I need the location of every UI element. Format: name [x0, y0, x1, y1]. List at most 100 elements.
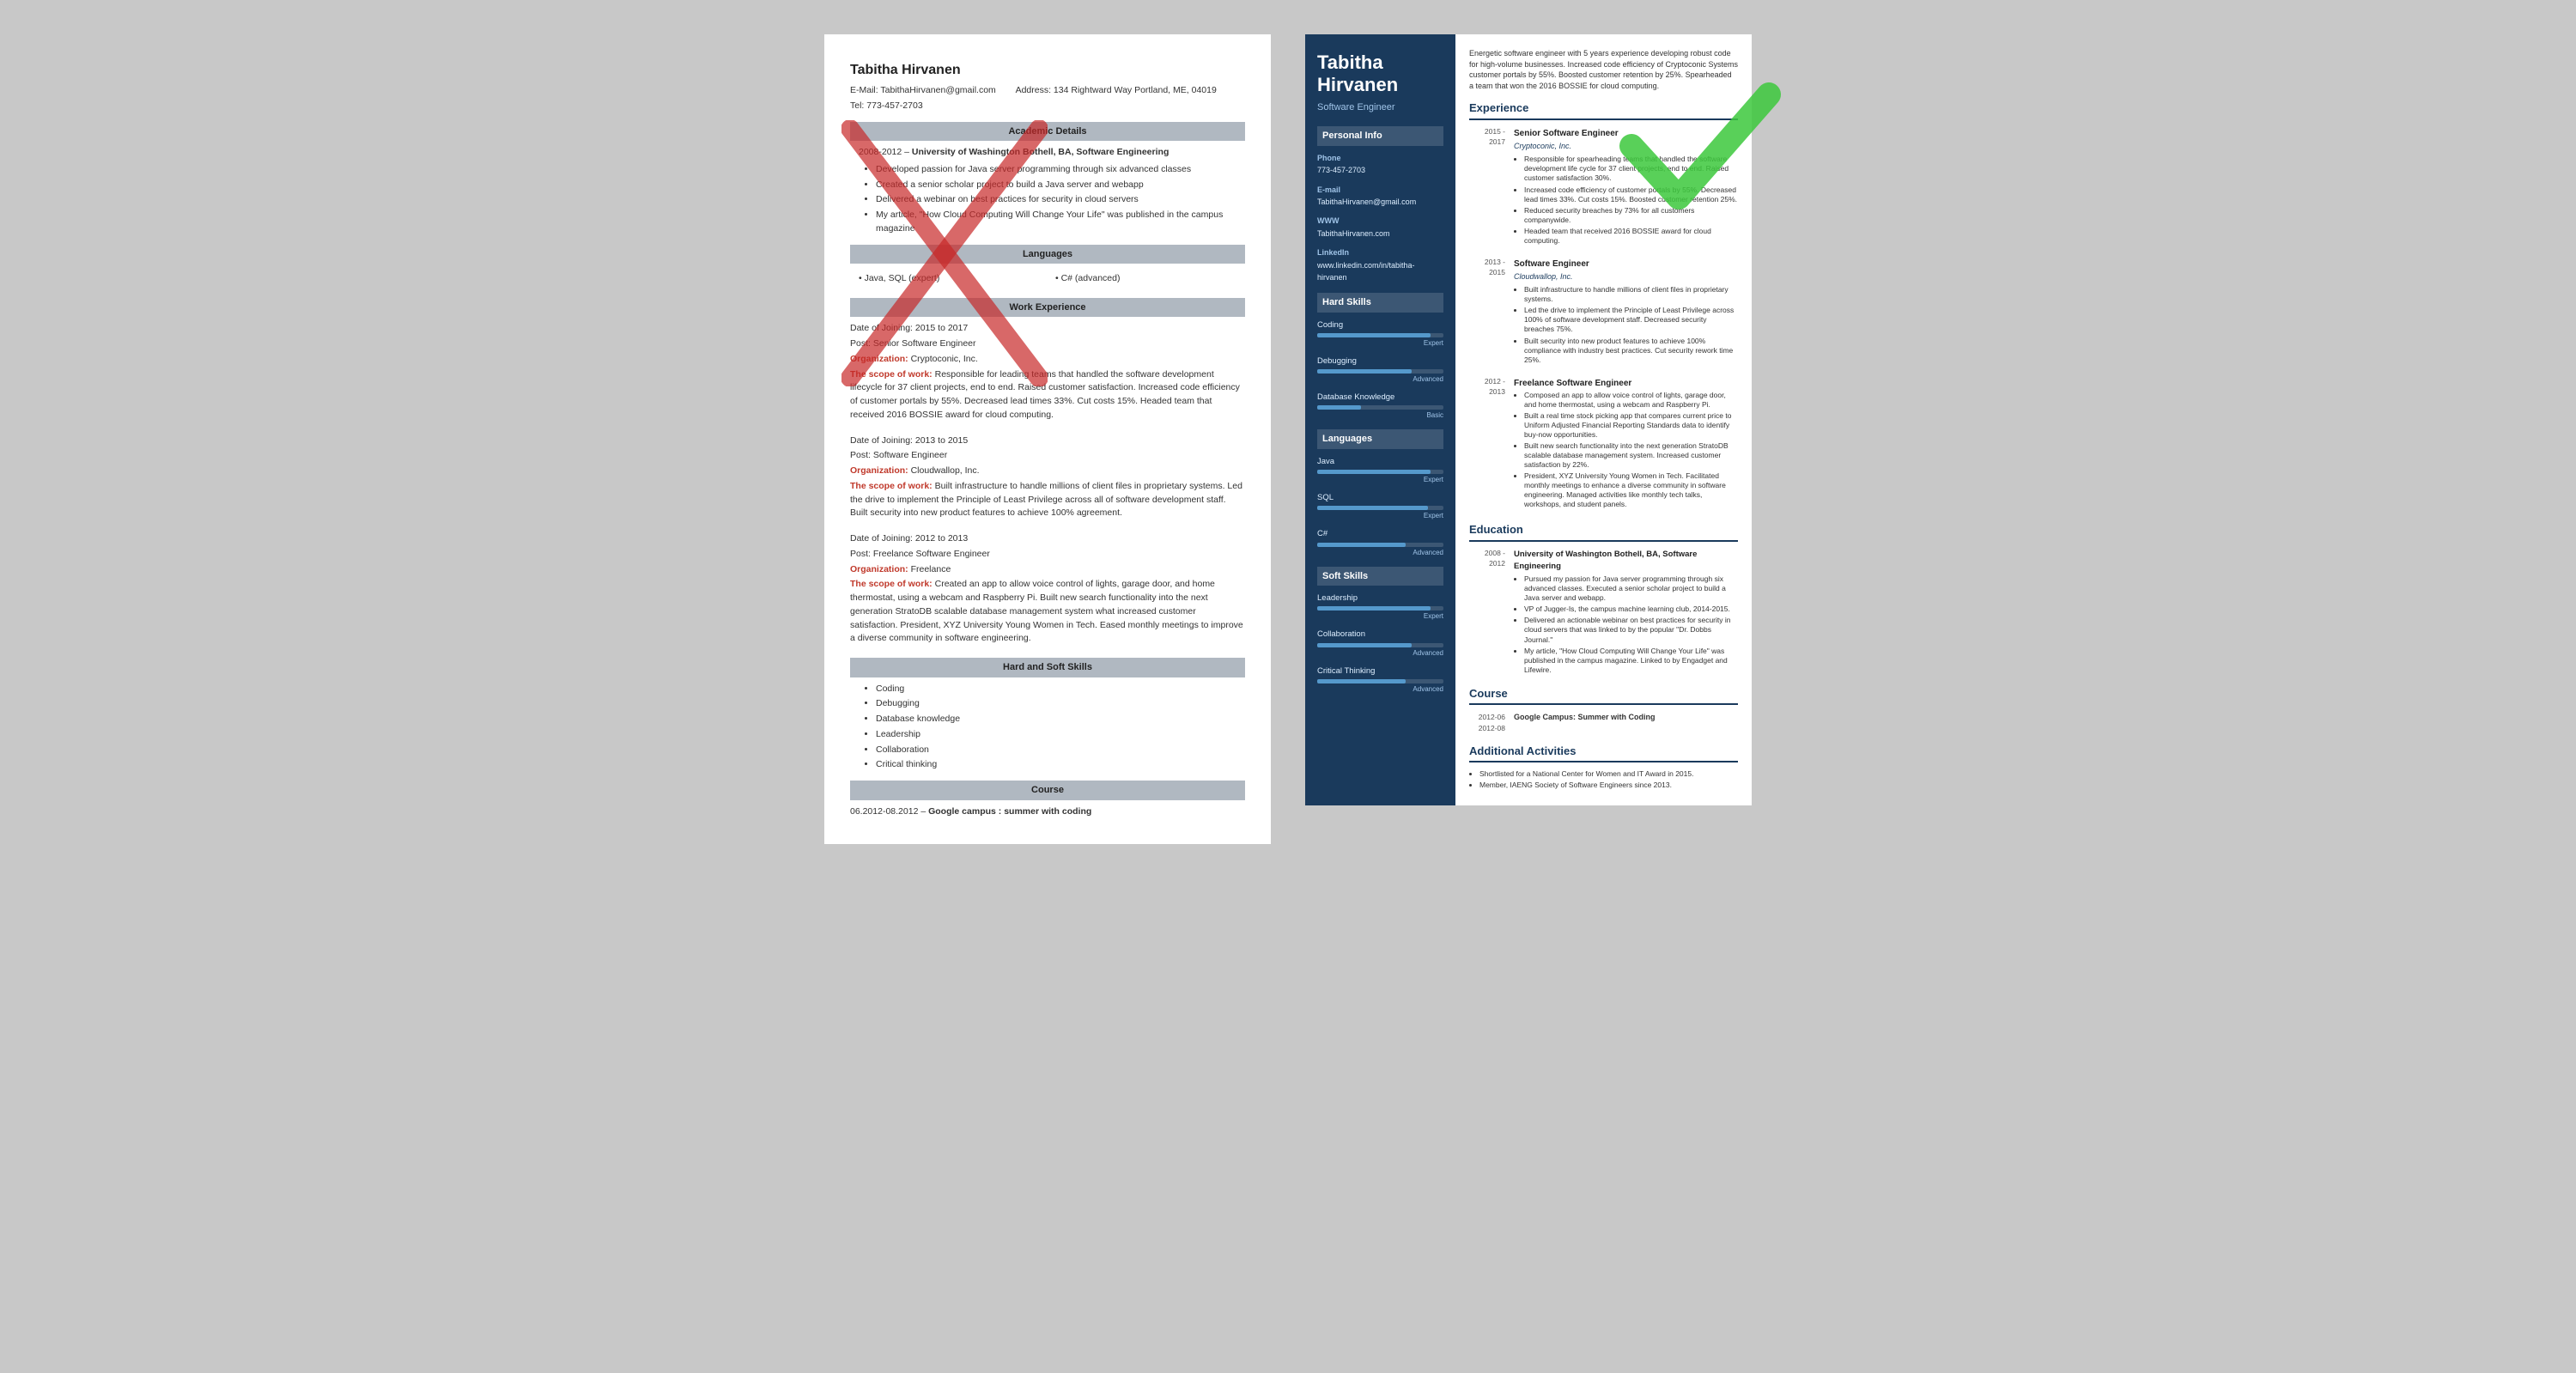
- experience-header: Experience: [1469, 100, 1738, 120]
- summary-text: Energetic software engineer with 5 years…: [1469, 48, 1738, 91]
- lang-2-bar-bg: [1317, 506, 1443, 510]
- work2-scope: The scope of work: Built infrastructure …: [850, 480, 1245, 520]
- work2-org-label: Organization:: [850, 465, 911, 476]
- linkedin-value: www.linkedin.com/in/tabitha-hirvanen: [1317, 261, 1415, 282]
- lang-2-name: SQL: [1317, 492, 1443, 504]
- hard-skill-1-bar-fill: [1317, 333, 1431, 337]
- skill-3: Database knowledge: [876, 713, 1245, 726]
- exp-3-content: Freelance Software Engineer Composed an …: [1514, 377, 1738, 512]
- hard-skill-2-level: Advanced: [1317, 374, 1443, 385]
- hard-skills-header: Hard Skills: [1317, 293, 1443, 313]
- work3-date: Date of Joining: 2012 to 2013: [850, 532, 1245, 546]
- lang2: • C# (advanced): [1048, 270, 1243, 288]
- left-name: Tabitha Hirvanen: [850, 60, 1245, 81]
- course-content: Google Campus: Summer with Coding: [1514, 712, 1738, 734]
- exp-2-b3: Built security into new product features…: [1524, 337, 1738, 365]
- soft-skill-3-level: Advanced: [1317, 684, 1443, 695]
- activities-list: Shortlisted for a National Center for Wo…: [1479, 769, 1738, 790]
- edu-1-b3: Delivered an actionable webinar on best …: [1524, 616, 1738, 644]
- hard-skill-2: Debugging Advanced: [1317, 355, 1443, 385]
- www-label: WWW: [1317, 216, 1443, 228]
- lang-3-bar-fill: [1317, 543, 1406, 547]
- work1-scope-label: The scope of work:: [850, 369, 935, 380]
- right-name-line2: Hirvanen: [1317, 74, 1443, 96]
- hard-skill-3-bar-fill: [1317, 405, 1361, 410]
- work1-date: Date of Joining: 2015 to 2017: [850, 322, 1245, 336]
- exp-2-content: Software Engineer Cloudwallop, Inc. Buil…: [1514, 258, 1738, 367]
- hard-skill-1: Coding Expert: [1317, 319, 1443, 349]
- exp-3-b4: President, XYZ University Young Women in…: [1524, 471, 1738, 509]
- activity-1: Shortlisted for a National Center for Wo…: [1479, 769, 1738, 779]
- edu-1-b1: Pursued my passion for Java server progr…: [1524, 574, 1738, 603]
- tel-label: Tel:: [850, 100, 864, 111]
- sidebar-languages-header: Languages: [1317, 429, 1443, 449]
- work2-org: Organization: Cloudwallop, Inc.: [850, 465, 1245, 478]
- activity-2: Member, IAENG Society of Software Engine…: [1479, 781, 1738, 790]
- lang-1: Java Expert: [1317, 456, 1443, 485]
- personal-linkedin: LinkedIn www.linkedin.com/in/tabitha-hir…: [1317, 247, 1443, 284]
- work-entry-3: Date of Joining: 2012 to 2013 Post: Free…: [850, 532, 1245, 646]
- exp-1-bullets: Responsible for spearheading teams that …: [1524, 155, 1738, 245]
- exp-entry-3: 2012 -2013 Freelance Software Engineer C…: [1469, 377, 1738, 512]
- work3-scope-label: The scope of work:: [850, 579, 935, 589]
- hard-skill-1-name: Coding: [1317, 319, 1443, 331]
- languages-row: • Java, SQL (expert) • C# (advanced): [852, 270, 1243, 288]
- lang-3-name: C#: [1317, 528, 1443, 540]
- skill-2: Debugging: [876, 697, 1245, 711]
- work1-org-value: Cryptoconic, Inc.: [911, 354, 978, 364]
- left-email-line: E-Mail: TabithaHirvanen@gmail.com Addres…: [850, 84, 1245, 98]
- soft-skill-2: Collaboration Advanced: [1317, 629, 1443, 658]
- soft-skill-2-bar-bg: [1317, 643, 1443, 647]
- soft-skill-3: Critical Thinking Advanced: [1317, 665, 1443, 695]
- academic-section-header: Academic Details: [850, 122, 1245, 142]
- exp-1-b4: Headed team that received 2016 BOSSIE aw…: [1524, 227, 1738, 246]
- edu-1-years: 2008 -2012: [1469, 549, 1505, 677]
- work3-org-label: Organization:: [850, 564, 911, 574]
- exp-2-company: Cloudwallop, Inc.: [1514, 271, 1738, 283]
- academic-bullets-list: Developed passion for Java server progra…: [876, 163, 1245, 236]
- hard-skill-3-name: Database Knowledge: [1317, 392, 1443, 404]
- exp-entry-1: 2015 -2017 Senior Software Engineer Cryp…: [1469, 127, 1738, 247]
- edu-1-title: University of Washington Bothell, BA, So…: [1514, 549, 1738, 574]
- exp-2-years: 2013 -2015: [1469, 258, 1505, 367]
- lang-1-name: Java: [1317, 456, 1443, 468]
- course-header-right: Course: [1469, 685, 1738, 706]
- skill-4: Leadership: [876, 728, 1245, 742]
- lang-3-level: Advanced: [1317, 548, 1443, 558]
- skills-list: Coding Debugging Database knowledge Lead…: [876, 683, 1245, 773]
- languages-table: • Java, SQL (expert) • C# (advanced): [850, 269, 1245, 289]
- edu-1-b2: VP of Jugger-Is, the campus machine lear…: [1524, 604, 1738, 614]
- work3-scope: The scope of work: Created an app to all…: [850, 578, 1245, 646]
- academic-bullet-2: Created a senior scholar project to buil…: [876, 179, 1245, 192]
- hard-skill-3-bar-bg: [1317, 405, 1443, 410]
- hard-skill-1-bar-bg: [1317, 333, 1443, 337]
- course-text: 06.2012-08.2012 – Google campus : summer…: [850, 806, 1091, 817]
- work1-org: Organization: Cryptoconic, Inc.: [850, 353, 1245, 367]
- lang-2-bar-fill: [1317, 506, 1428, 510]
- exp-1-years: 2015 -2017: [1469, 127, 1505, 247]
- exp-1-title: Senior Software Engineer: [1514, 127, 1738, 140]
- academic-bullet-4: My article, "How Cloud Computing Will Ch…: [876, 209, 1245, 236]
- lang-1-level: Expert: [1317, 475, 1443, 485]
- exp-1-company: Cryptoconic, Inc.: [1514, 141, 1738, 153]
- exp-3-b3: Built new search functionality into the …: [1524, 441, 1738, 470]
- email-label-r: E-mail: [1317, 185, 1443, 197]
- exp-1-b3: Reduced security breaches by 73% for all…: [1524, 206, 1738, 225]
- phone-value: 773-457-2703: [1317, 166, 1365, 174]
- www-value: TabithaHirvanen.com: [1317, 229, 1390, 238]
- exp-3-b2: Built a real time stock picking app that…: [1524, 411, 1738, 440]
- work-entry-2: Date of Joining: 2013 to 2015 Post: Soft…: [850, 434, 1245, 521]
- lang-2-level: Expert: [1317, 511, 1443, 521]
- email-value: TabithaHirvanen@gmail.com: [880, 85, 995, 95]
- lang-1-bar-fill: [1317, 470, 1431, 474]
- course-title: Google Campus: Summer with Coding: [1514, 713, 1656, 721]
- work2-post: Post: Software Engineer: [850, 449, 1245, 463]
- hard-skill-1-level: Expert: [1317, 338, 1443, 349]
- exp-1-b2: Increased code efficiency of customer po…: [1524, 185, 1738, 204]
- exp-2-b2: Led the drive to implement the Principle…: [1524, 306, 1738, 334]
- skills-section-header: Hard and Soft Skills: [850, 658, 1245, 677]
- work-section-header: Work Experience: [850, 298, 1245, 318]
- soft-skill-2-name: Collaboration: [1317, 629, 1443, 641]
- exp-2-b1: Built infrastructure to handle millions …: [1524, 285, 1738, 304]
- exp-3-b1: Composed an app to allow voice control o…: [1524, 391, 1738, 410]
